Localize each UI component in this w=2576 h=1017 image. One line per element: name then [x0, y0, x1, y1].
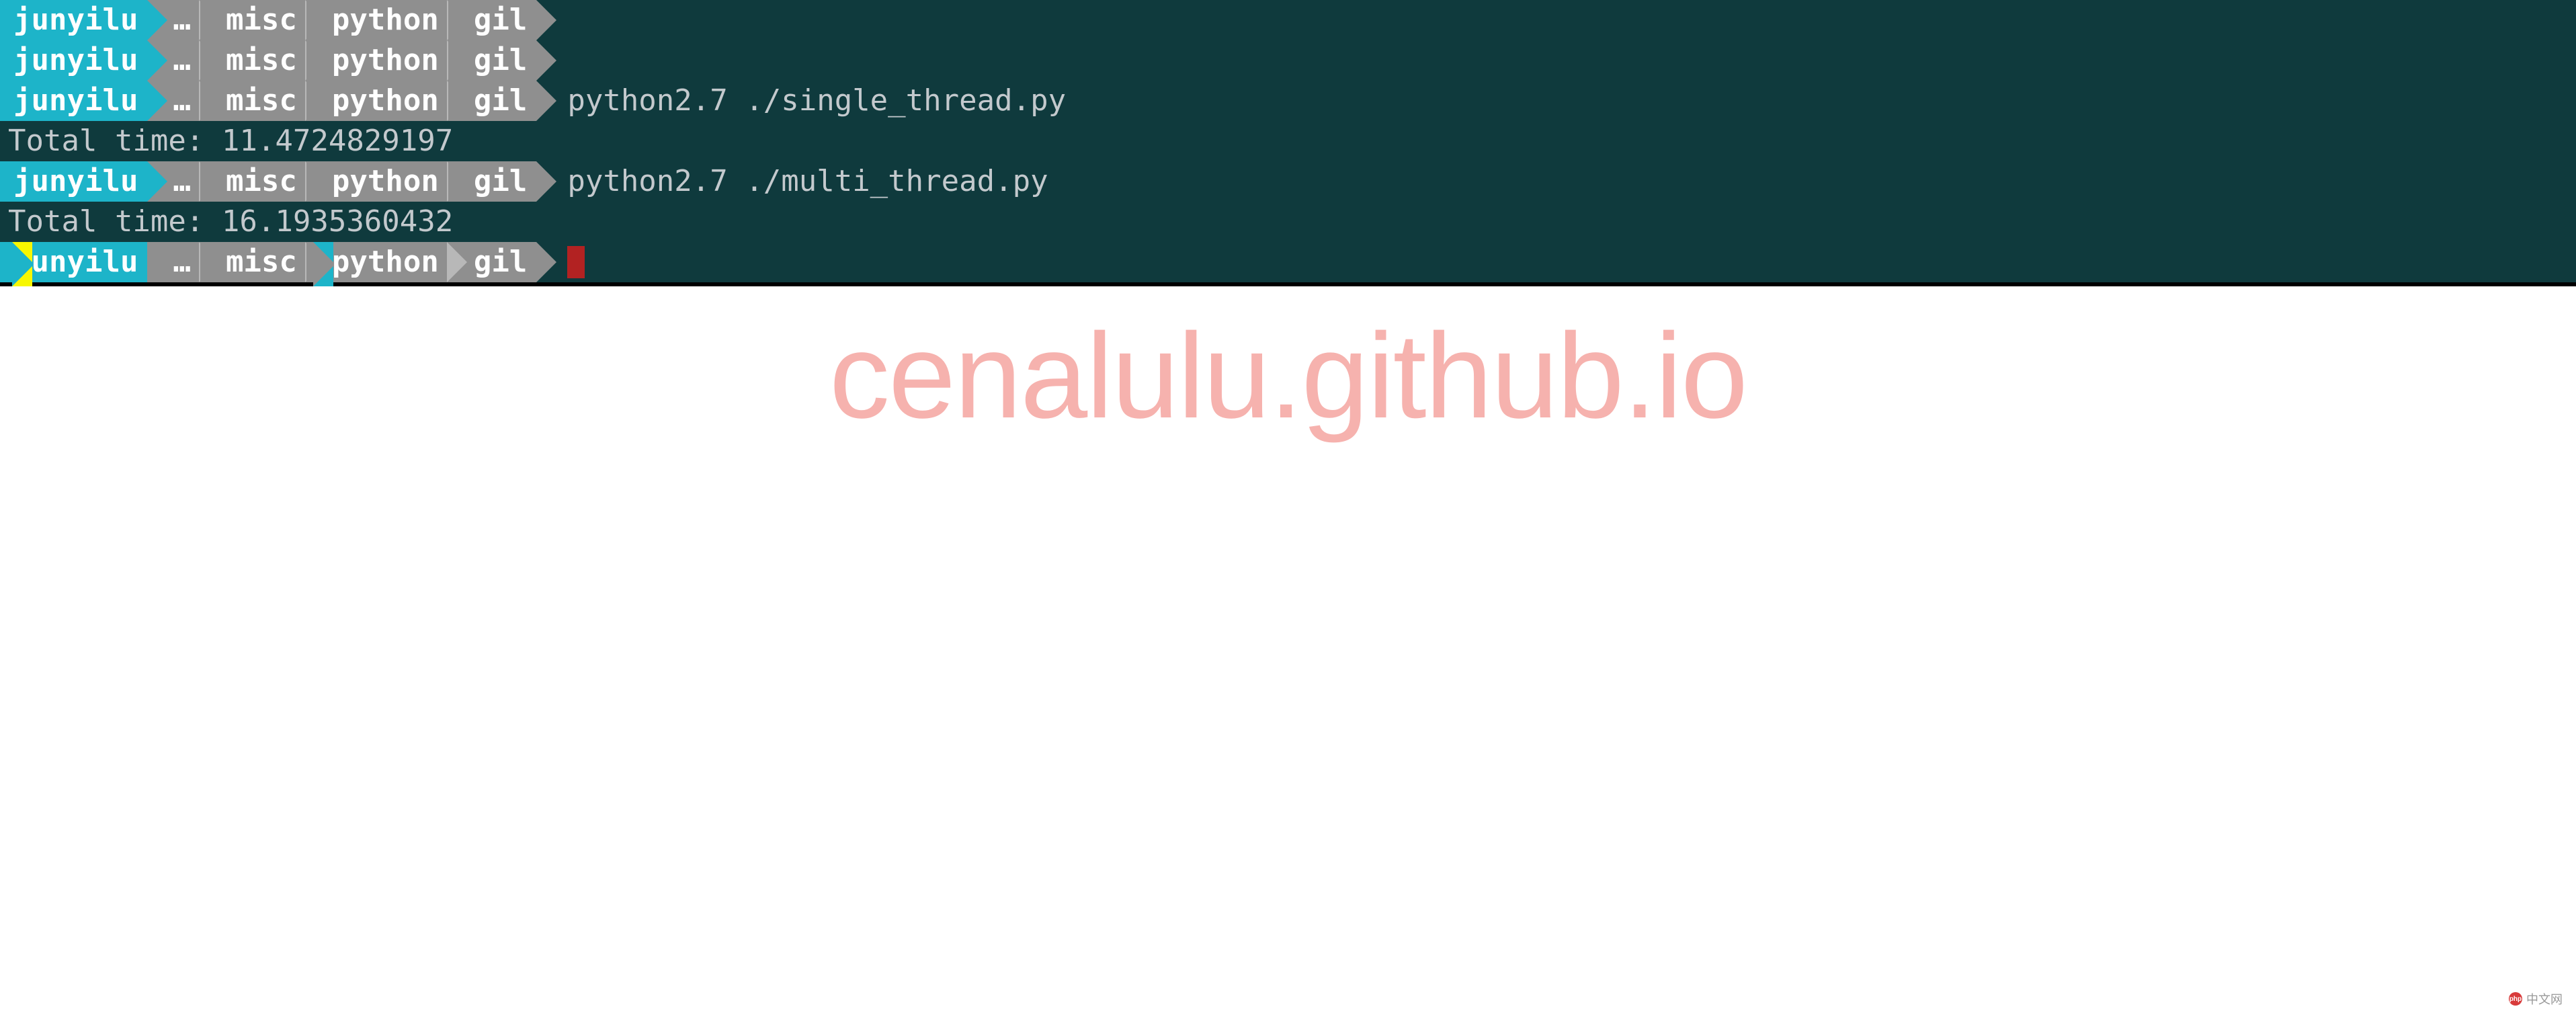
watermark: cenalulu.github.io — [0, 307, 2576, 446]
user-segment: junyilu — [0, 0, 147, 40]
username: junyilu — [13, 0, 138, 40]
path-segment-python: python — [306, 161, 448, 202]
prompt-line-active: junyilu … misc python gil — [0, 242, 2576, 282]
prompt-line: junyilu … misc python gil python2.7 ./mu… — [0, 161, 2576, 202]
user-segment: junyilu — [0, 40, 147, 81]
output-text: Total time: 11.4724829197 — [8, 121, 453, 161]
path-segment-python: python — [306, 81, 448, 121]
site-badge: php 中文网 — [2509, 990, 2563, 1008]
path-ellipsis: … — [147, 242, 200, 282]
php-icon: php — [2509, 992, 2522, 1006]
username: junyilu — [13, 161, 138, 201]
prompt-line: junyilu … misc python gil — [0, 0, 2576, 40]
terminal-window[interactable]: junyilu … misc python gil junyilu … misc… — [0, 0, 2576, 286]
user-segment: junyilu — [0, 242, 147, 282]
username: junyilu — [13, 242, 138, 282]
command-text[interactable]: python2.7 ./single_thread.py — [536, 81, 1066, 121]
output-line: Total time: 16.1935360432 — [0, 202, 2576, 242]
prompt-line: junyilu … misc python gil — [0, 40, 2576, 81]
output-text: Total time: 16.1935360432 — [8, 202, 453, 241]
path-segment-python: python — [306, 0, 448, 40]
site-badge-text: 中文网 — [2526, 990, 2563, 1008]
path-segment-python: python — [306, 242, 448, 282]
watermark-text: cenalulu.github.io — [829, 309, 1747, 444]
command-text[interactable]: python2.7 ./multi_thread.py — [536, 161, 1048, 202]
username: junyilu — [13, 81, 138, 120]
output-line: Total time: 11.4724829197 — [0, 121, 2576, 161]
path-segment-gil: gil — [448, 242, 536, 282]
user-segment: junyilu — [0, 161, 147, 202]
path-segment-python: python — [306, 40, 448, 81]
user-segment: junyilu — [0, 81, 147, 121]
username: junyilu — [13, 40, 138, 80]
prompt-line: junyilu … misc python gil python2.7 ./si… — [0, 81, 2576, 121]
terminal-cursor[interactable] — [567, 246, 585, 278]
